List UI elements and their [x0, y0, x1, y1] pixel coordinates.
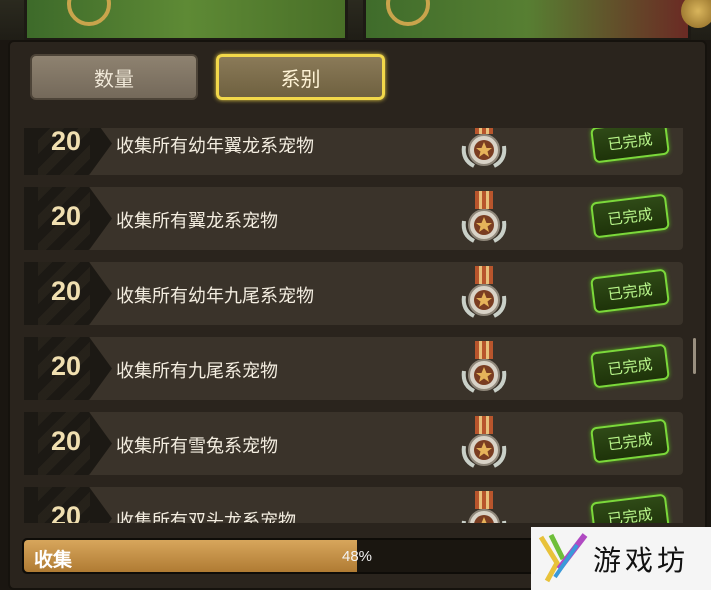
medal-icon: [461, 191, 507, 243]
progress-label: 收集: [34, 550, 73, 571]
points-value: 20: [50, 351, 82, 381]
list-item: 20 收集所有幼年九尾系宠物 已完成: [24, 262, 683, 325]
list-scrollbar[interactable]: [693, 338, 696, 374]
collection-progress-bar: 收集 48%: [22, 538, 542, 574]
achievement-list[interactable]: 20 收集所有幼年翼龙系宠物 已完成 20 收集所有翼龙系宠物 已完成 20 收…: [20, 128, 685, 523]
coin-ring-icon: [67, 0, 111, 26]
pet-card-peek[interactable]: [24, 0, 348, 41]
progress-fill: [24, 540, 357, 572]
points-value: 20: [50, 426, 82, 456]
achievement-title: 收集所有雪兔系宠物: [116, 436, 278, 456]
list-item: 20 收集所有雪兔系宠物 已完成: [24, 412, 683, 475]
top-card-strip: [0, 0, 711, 41]
achievement-title: 收集所有翼龙系宠物: [116, 211, 278, 231]
completed-badge[interactable]: 已完成: [590, 193, 670, 239]
coin-ring-icon: [386, 0, 430, 26]
completed-badge[interactable]: 已完成: [590, 418, 670, 464]
points-value: 20: [50, 128, 82, 156]
medal-icon: [461, 266, 507, 318]
watermark-mark-icon: [538, 533, 588, 583]
tab-category[interactable]: 系别: [216, 54, 385, 100]
progress-percent: 48%: [342, 548, 373, 565]
achievement-title: 收集所有九尾系宠物: [116, 361, 278, 381]
points-value: 20: [50, 201, 82, 231]
medal-icon: [461, 128, 507, 168]
medal-icon: [461, 491, 507, 523]
watermark-text: 游戏坊: [593, 544, 690, 577]
points-value: 20: [50, 501, 82, 523]
points-value: 20: [50, 276, 82, 306]
achievement-title: 收集所有双头龙系宠物: [116, 511, 296, 523]
completed-badge[interactable]: 已完成: [590, 128, 670, 164]
completed-badge[interactable]: 已完成: [590, 268, 670, 314]
medal-icon: [461, 416, 507, 468]
medal-icon: [461, 341, 507, 393]
pet-card-peek[interactable]: [363, 0, 691, 41]
completed-badge[interactable]: 已完成: [590, 343, 670, 389]
achievement-title: 收集所有幼年翼龙系宠物: [116, 136, 314, 156]
completed-badge[interactable]: 已完成: [590, 493, 670, 523]
watermark-logo: 游戏坊: [531, 527, 711, 590]
list-item: 20 收集所有幼年翼龙系宠物 已完成: [24, 128, 683, 175]
list-item: 20 收集所有双头龙系宠物 已完成: [24, 487, 683, 523]
tab-quantity[interactable]: 数量: [30, 54, 198, 100]
achievement-title: 收集所有幼年九尾系宠物: [116, 286, 314, 306]
list-item: 20 收集所有九尾系宠物 已完成: [24, 337, 683, 400]
list-item: 20 收集所有翼龙系宠物 已完成: [24, 187, 683, 250]
